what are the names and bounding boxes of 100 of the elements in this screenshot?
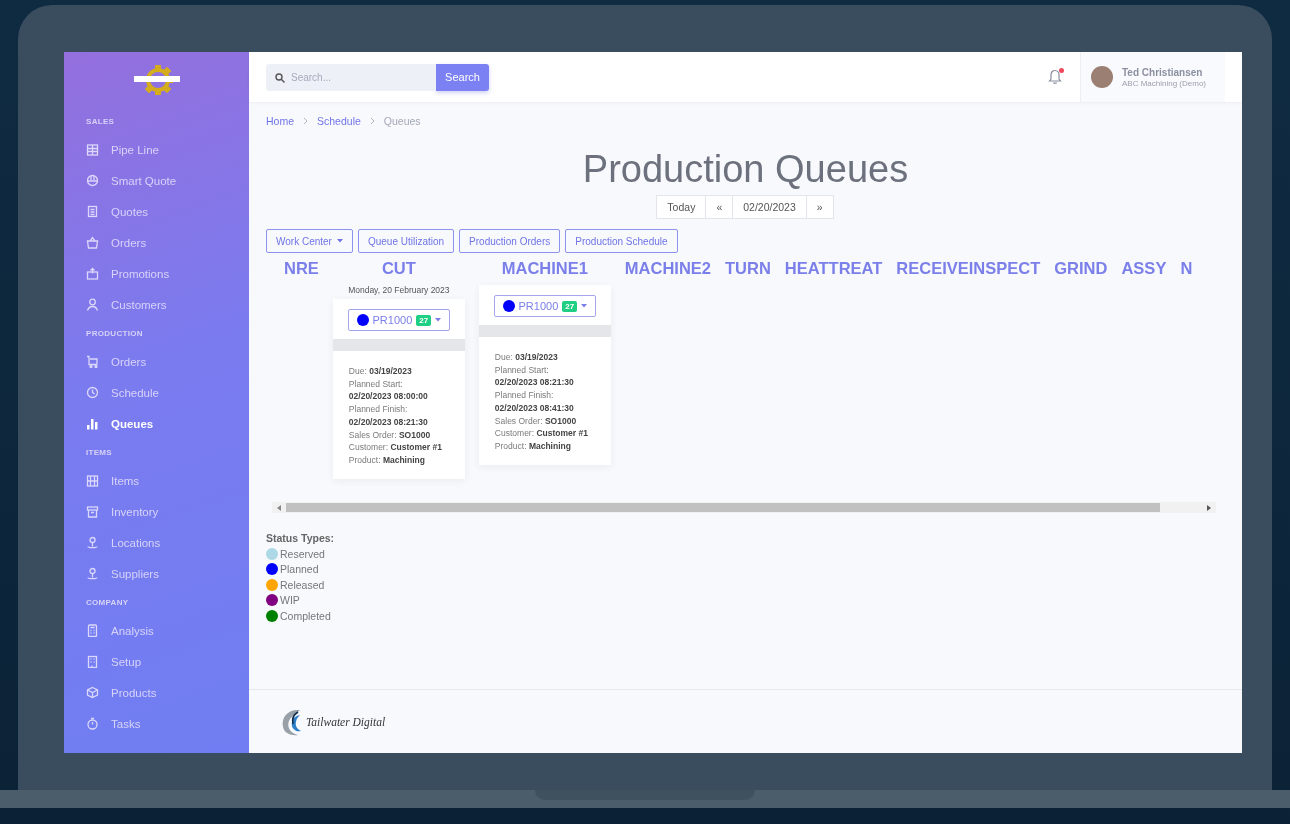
work-center-heading: RECEIVEINSPECT bbox=[896, 258, 1041, 278]
field-line: Sales Order: SO1000 bbox=[348, 428, 432, 442]
next-button[interactable]: » bbox=[805, 195, 834, 219]
legend-label: WIP bbox=[280, 594, 300, 607]
bell-icon[interactable] bbox=[1048, 69, 1062, 85]
date-field[interactable]: 02/20/2023 bbox=[732, 195, 807, 219]
search-button[interactable]: Search bbox=[436, 63, 489, 91]
field-line: Customer: Customer #1 bbox=[494, 427, 589, 440]
work-center-heading: TURN bbox=[725, 258, 771, 278]
sidebar-item[interactable]: Setup bbox=[64, 646, 249, 677]
field-label: Planned Start: bbox=[348, 377, 404, 391]
document-icon bbox=[86, 205, 99, 218]
sidebar-item[interactable]: Quotes bbox=[64, 196, 249, 227]
sidebar-section-title: SALES bbox=[85, 116, 116, 128]
toolbar-button[interactable]: Production Schedule bbox=[565, 229, 678, 253]
work-center-heading: MACHINE1 bbox=[501, 258, 588, 278]
breadcrumb-item[interactable]: Home bbox=[266, 115, 294, 127]
office-building-icon bbox=[86, 655, 99, 668]
gear-logo-icon bbox=[133, 64, 180, 96]
caret-icon bbox=[581, 304, 588, 308]
field-line: Sales Order: SO1000 bbox=[494, 414, 578, 428]
user-name: Ted Christiansen bbox=[1122, 66, 1204, 78]
field-value: 02/20/2023 08:21:30 bbox=[348, 415, 429, 429]
basket-icon bbox=[86, 236, 99, 249]
toolbar-button[interactable]: Production Orders bbox=[459, 229, 561, 253]
field-label: Planned Start: bbox=[494, 363, 550, 377]
sidebar-item[interactable]: Customers bbox=[64, 289, 249, 320]
breadcrumb-item: Queues bbox=[383, 115, 421, 127]
right-arrow-icon bbox=[1207, 504, 1211, 511]
horizontal-scrollbar[interactable] bbox=[272, 502, 1216, 513]
breadcrumb-item[interactable]: Schedule bbox=[317, 115, 361, 127]
sidebar-item[interactable]: Items bbox=[64, 465, 249, 496]
previous-button[interactable]: « bbox=[705, 195, 734, 219]
legend-label: Reserved bbox=[280, 547, 325, 560]
date-label: Monday, 20 February 2023 bbox=[348, 285, 450, 295]
brand-name: Tailwater Digital bbox=[306, 715, 386, 728]
work-center-heading: N bbox=[1180, 258, 1193, 278]
order-dropdown[interactable]: PR1000 27 bbox=[347, 309, 451, 331]
chevron-icon bbox=[369, 117, 375, 125]
sidebar-item[interactable]: Suppliers bbox=[64, 558, 249, 589]
bar-chart-icon bbox=[86, 417, 99, 430]
gift-box-icon bbox=[86, 267, 99, 280]
field-label: Planned Finish: bbox=[348, 403, 409, 416]
sidebar-section-title: PRODUCTION bbox=[85, 328, 144, 340]
helmet-icon bbox=[86, 174, 99, 187]
sidebar-item[interactable]: Orders bbox=[64, 227, 249, 258]
work-center-heading: CUT bbox=[381, 258, 416, 278]
sidebar-item[interactable]: Queues bbox=[64, 408, 249, 439]
legend-title: Status Types: bbox=[266, 532, 336, 544]
sidebar-item[interactable]: Inventory bbox=[64, 496, 249, 527]
field-line: Due: 03/19/2023 bbox=[494, 351, 559, 364]
sidebar-item[interactable]: Tasks bbox=[64, 708, 249, 739]
search-field[interactable]: Search... bbox=[266, 63, 436, 91]
work-center-heading: MACHINE2 bbox=[624, 258, 712, 278]
today-button[interactable]: Today bbox=[656, 195, 707, 219]
caret-icon bbox=[435, 318, 442, 322]
toolbar-button[interactable]: Queue Utilization bbox=[357, 229, 455, 253]
sidebar-item[interactable]: Orders bbox=[64, 346, 249, 377]
page-title: Production Queues bbox=[581, 147, 910, 191]
legend-label: Released bbox=[280, 578, 325, 591]
stopwatch-icon bbox=[86, 717, 99, 730]
sidebar-item[interactable]: Smart Quote bbox=[64, 165, 249, 196]
company-name: ABC Machining (Demo) bbox=[1122, 78, 1207, 88]
archive-box-icon bbox=[86, 505, 99, 518]
legend-label: Completed bbox=[280, 609, 331, 622]
scrollbar-thumb[interactable] bbox=[286, 503, 1160, 512]
sidebar-item[interactable]: Promotions bbox=[64, 258, 249, 289]
sidebar-item[interactable]: Pipe Line bbox=[64, 134, 249, 165]
work-center-heading: NRE bbox=[284, 258, 319, 278]
field-value: 02/20/2023 08:41:30 bbox=[494, 401, 575, 415]
sidebar-section-title: ITEMS bbox=[85, 447, 113, 459]
search-icon bbox=[275, 72, 285, 83]
work-center-heading: GRIND bbox=[1054, 258, 1108, 278]
cart-icon bbox=[86, 355, 99, 368]
user-menu[interactable]: Ted Christiansen ABC Machining (Demo) bbox=[1080, 52, 1225, 102]
toolbar-button[interactable]: Work Center bbox=[266, 229, 353, 253]
field-value: 02/20/2023 08:00:00 bbox=[348, 390, 429, 404]
field-line: Customer: Customer #1 bbox=[348, 441, 443, 454]
count-badge: 27 bbox=[562, 300, 578, 312]
order-number: PR1000 bbox=[372, 314, 413, 326]
sidebar-item[interactable]: Products bbox=[64, 677, 249, 708]
field-line: Product: Machining bbox=[348, 453, 426, 467]
sidebar-item[interactable]: Locations bbox=[64, 527, 249, 558]
legend-label: Planned bbox=[280, 563, 319, 576]
map-pin-icon bbox=[86, 536, 99, 549]
sidebar-item[interactable]: Schedule bbox=[64, 377, 249, 408]
calculator-icon bbox=[86, 624, 99, 637]
order-dropdown[interactable]: PR1000 27 bbox=[493, 295, 597, 317]
field-line: Product: Machining bbox=[494, 439, 572, 453]
left-arrow-icon bbox=[277, 504, 281, 511]
order-number: PR1000 bbox=[518, 300, 559, 312]
count-badge: 27 bbox=[416, 314, 432, 326]
map-pin-icon bbox=[86, 567, 99, 580]
work-center-heading: HEATTREAT bbox=[784, 258, 883, 278]
sidebar-item[interactable]: Analysis bbox=[64, 615, 249, 646]
avatar bbox=[1091, 66, 1113, 88]
sidebar-section-title: COMPANY bbox=[85, 597, 130, 609]
clock-icon bbox=[86, 386, 99, 399]
person-icon bbox=[86, 298, 99, 311]
chevron-icon bbox=[303, 117, 308, 125]
